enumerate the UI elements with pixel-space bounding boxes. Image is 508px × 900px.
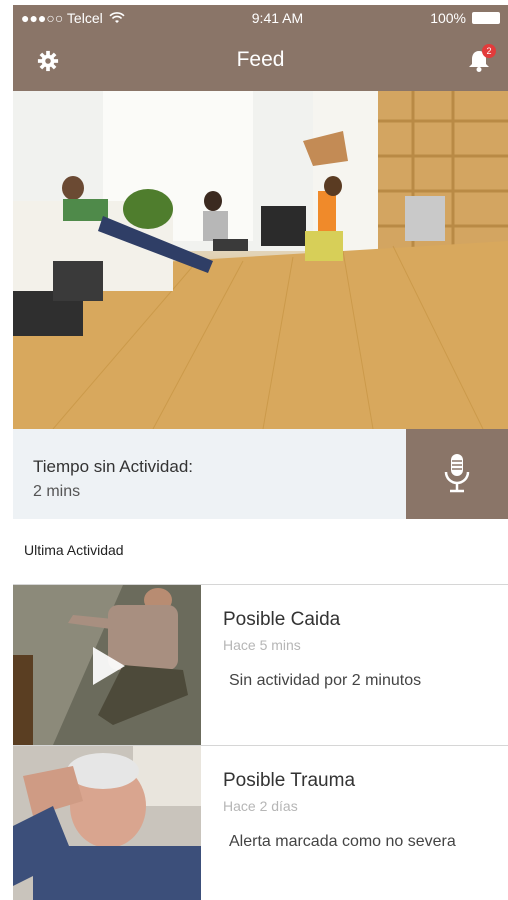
event-title: Posible Trauma: [223, 770, 356, 791]
notification-badge: 2: [482, 44, 496, 58]
wifi-icon: [109, 11, 125, 23]
microphone-button[interactable]: [406, 429, 508, 519]
nav-bar: Feed 2: [13, 30, 508, 91]
carrier-label: ●●●○○ Telcel: [21, 9, 103, 26]
battery-label: 100%: [430, 9, 466, 26]
inactivity-label: Tiempo sin Actividad:: [33, 457, 193, 476]
status-bar: ●●●○○ Telcel 9:41 AM 100%: [13, 5, 508, 30]
living-room-image: [13, 91, 508, 429]
section-title: Ultima Actividad: [24, 542, 124, 558]
status-left: ●●●○○ Telcel: [21, 10, 125, 26]
event-description: Sin actividad por 2 minutos: [229, 672, 422, 689]
event-row-trauma[interactable]: Posible Trauma Hace 2 días Alerta marcad…: [13, 746, 508, 900]
camera-feed[interactable]: [13, 91, 508, 429]
page-title: Feed: [236, 48, 285, 71]
event-description: Alerta marcada como no severa: [229, 833, 456, 850]
battery-icon: [472, 11, 500, 24]
event-thumbnail: [13, 746, 201, 900]
inactivity-panel: Tiempo sin Actividad: 2 mins: [13, 429, 406, 519]
event-time: Hace 2 días: [223, 798, 298, 814]
distressed-man-image: [13, 746, 201, 900]
status-time: 9:41 AM: [251, 9, 304, 26]
inactivity-value: 2 mins: [33, 483, 81, 500]
event-title: Posible Caida: [223, 609, 341, 630]
microphone-icon: [444, 454, 470, 493]
event-thumbnail: [13, 585, 201, 745]
notifications-button[interactable]: 2: [466, 44, 496, 74]
event-row-fall[interactable]: Posible Caida Hace 5 mins Sin actividad …: [13, 585, 508, 745]
event-time: Hace 5 mins: [223, 637, 301, 653]
play-icon[interactable]: [91, 645, 127, 687]
status-right: 100%: [430, 10, 500, 26]
